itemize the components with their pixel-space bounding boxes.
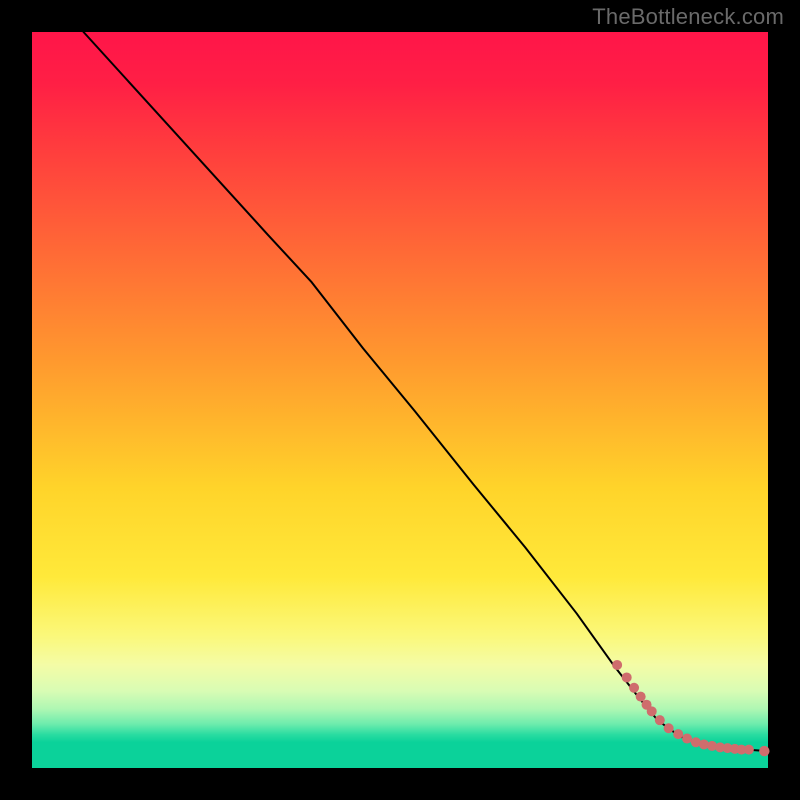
data-dot <box>673 729 683 739</box>
data-dot-group <box>612 660 769 756</box>
data-dot <box>682 734 692 744</box>
data-dot <box>655 715 665 725</box>
chart-frame: TheBottleneck.com <box>0 0 800 800</box>
data-dot <box>759 746 769 756</box>
data-dot <box>647 706 657 716</box>
data-dot <box>612 660 622 670</box>
bottleneck-curve <box>84 32 768 751</box>
data-dot <box>636 692 646 702</box>
watermark-label: TheBottleneck.com <box>592 4 784 30</box>
plot-area <box>32 32 768 768</box>
data-dot <box>664 723 674 733</box>
data-dot <box>622 672 632 682</box>
data-dot <box>629 683 639 693</box>
data-dot <box>744 745 754 755</box>
plot-svg <box>32 32 768 768</box>
